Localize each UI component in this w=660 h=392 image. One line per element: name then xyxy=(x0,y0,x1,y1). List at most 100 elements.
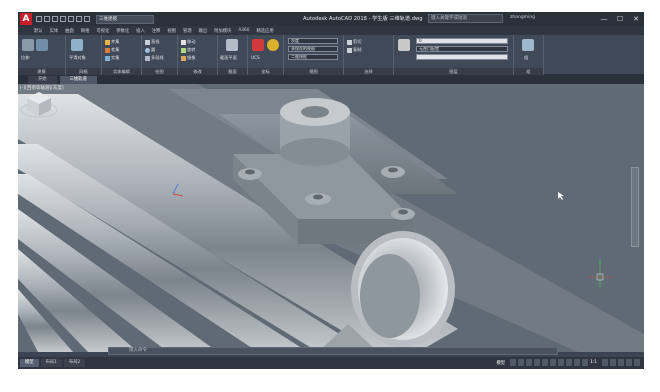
ucs-icon[interactable] xyxy=(252,39,264,51)
group-icon[interactable] xyxy=(522,39,534,51)
panel-title: 截面 xyxy=(218,68,247,75)
panel-modify: 移动 旋转 镜像 修改 xyxy=(178,35,218,75)
tool-rotate[interactable]: 旋转 xyxy=(181,47,195,53)
drawing-viewport[interactable]: [-][西南等轴测][灰度] xyxy=(18,84,644,352)
layout-tab-model[interactable]: 模型 xyxy=(20,359,39,367)
workspace-dropdown[interactable]: 三维建模 xyxy=(96,14,154,24)
osnap-toggle-icon[interactable] xyxy=(542,359,549,366)
layout-tab-2[interactable]: 布局2 xyxy=(63,359,86,367)
model-space-toggle[interactable]: 模型 xyxy=(496,360,505,366)
tab-visualize[interactable]: 可视化 xyxy=(96,28,109,34)
minimize-button[interactable]: — xyxy=(596,12,612,26)
layer-state-field[interactable] xyxy=(416,54,508,60)
smooth-object-icon[interactable] xyxy=(71,39,83,51)
maximize-button[interactable]: ☐ xyxy=(612,12,628,26)
tab-annotate[interactable]: 注释 xyxy=(152,28,161,34)
tool-group[interactable]: 组 xyxy=(524,55,528,61)
extrude-icon[interactable] xyxy=(36,39,48,51)
tool-polyline[interactable]: 多段线 xyxy=(145,55,164,61)
user-account[interactable]: zhangming xyxy=(510,15,535,20)
tab-default[interactable]: 默认 xyxy=(34,28,43,34)
tool-subtract[interactable]: 差集 xyxy=(105,47,119,53)
grid-toggle-icon[interactable] xyxy=(510,359,517,366)
save-icon[interactable] xyxy=(52,16,58,22)
panel-solid-edit: 并集 差集 交集 实体编辑 xyxy=(102,35,142,75)
search-input[interactable]: 键入关键字或短语 xyxy=(428,14,503,23)
line-icon xyxy=(145,39,150,45)
tool-move[interactable]: 移动 xyxy=(181,39,195,45)
box-icon[interactable] xyxy=(22,39,34,51)
annotation-scale[interactable]: 1:1 xyxy=(590,360,597,365)
isolate-objects-icon[interactable] xyxy=(618,359,624,366)
tab-a360[interactable]: A360 xyxy=(238,28,249,33)
new-file-icon[interactable] xyxy=(36,16,42,22)
tab-surface[interactable]: 曲面 xyxy=(65,28,74,34)
open-file-icon[interactable] xyxy=(44,16,50,22)
layer-dropdown[interactable]: 0 xyxy=(416,38,508,44)
snap-toggle-icon[interactable] xyxy=(518,359,525,366)
layer-properties-icon[interactable] xyxy=(398,39,410,51)
panel-title: 建模 xyxy=(18,68,65,75)
tab-featured[interactable]: 精选应用 xyxy=(256,28,273,34)
title-bar: A 三维建模 Autodesk AutoCAD 2018 - 学生版 三维轨道.… xyxy=(18,12,644,26)
visual-style-dropdown[interactable]: 灰度 xyxy=(288,38,338,44)
command-line[interactable]: 键入命令 xyxy=(108,347,558,355)
polar-toggle-icon[interactable] xyxy=(534,359,541,366)
lineweight-toggle-icon[interactable] xyxy=(558,359,565,366)
tool-intersect[interactable]: 交集 xyxy=(105,55,119,61)
tool-mirror[interactable]: 镜像 xyxy=(181,55,195,61)
view-config-dropdown[interactable]: 无视口配置 xyxy=(416,46,508,52)
undo-icon[interactable] xyxy=(76,16,82,22)
otrack-toggle-icon[interactable] xyxy=(550,359,557,366)
hardware-accel-icon[interactable] xyxy=(610,359,616,366)
window-controls: — ☐ ✕ xyxy=(596,12,644,26)
close-button[interactable]: ✕ xyxy=(628,12,644,26)
tab-insert[interactable]: 插入 xyxy=(136,28,145,34)
clean-screen-icon[interactable] xyxy=(626,359,632,366)
panel-selection: 剪切 复制 选择 xyxy=(344,35,394,75)
tool-circle[interactable]: 圆 xyxy=(145,47,155,53)
tab-addins[interactable]: 附加模块 xyxy=(214,28,231,34)
tool-smooth[interactable]: 平滑对象 xyxy=(69,55,86,61)
tool-union[interactable]: 并集 xyxy=(105,39,119,45)
panel-draw: 直线 圆 多段线 绘图 xyxy=(142,35,178,75)
customization-menu-icon[interactable] xyxy=(634,359,640,366)
file-tab-start[interactable]: 开始 xyxy=(28,76,57,84)
tab-mesh[interactable]: 网格 xyxy=(81,28,90,34)
tool-cut[interactable]: 剪切 xyxy=(347,39,361,45)
selection-cycling-icon[interactable] xyxy=(574,359,581,366)
saved-view-dropdown[interactable]: 未保存的视图 xyxy=(288,46,338,52)
3d-osnap-icon[interactable] xyxy=(582,359,589,366)
viewcube-icon[interactable] xyxy=(18,84,60,124)
redo-icon[interactable] xyxy=(84,16,90,22)
section-plane-icon[interactable] xyxy=(226,39,238,51)
tab-manage[interactable]: 管理 xyxy=(183,28,192,34)
workspace-switch-icon[interactable] xyxy=(602,359,608,366)
command-input[interactable]: 键入命令 xyxy=(129,348,147,354)
tab-view[interactable]: 视图 xyxy=(167,28,176,34)
app-logo-icon[interactable]: A xyxy=(20,13,32,25)
tab-output[interactable]: 输出 xyxy=(199,28,208,34)
tool-extrude[interactable]: 拉伸 xyxy=(21,55,29,61)
tab-parametric[interactable]: 参数化 xyxy=(116,28,129,34)
copy-icon xyxy=(347,47,352,53)
layout-tab-1[interactable]: 布局1 xyxy=(40,359,62,367)
panel-title: 视图 xyxy=(284,68,343,75)
save-as-icon[interactable] xyxy=(60,16,66,22)
panel-title: 图层 xyxy=(394,68,513,75)
panel-title: 绘图 xyxy=(142,68,177,75)
navigation-bar[interactable] xyxy=(631,167,639,247)
plot-icon[interactable] xyxy=(68,16,74,22)
tab-solid[interactable]: 实体 xyxy=(50,28,59,34)
transparency-toggle-icon[interactable] xyxy=(566,359,573,366)
world-icon[interactable] xyxy=(267,39,279,51)
tool-section-plane[interactable]: 截面平面 xyxy=(220,55,237,61)
tool-copy[interactable]: 复制 xyxy=(347,47,361,53)
tool-line[interactable]: 直线 xyxy=(145,39,159,45)
tool-ucs[interactable]: UCS xyxy=(251,55,260,60)
ortho-toggle-icon[interactable] xyxy=(526,359,533,366)
union-icon xyxy=(105,39,110,45)
file-tab-active[interactable]: 三维轨道 xyxy=(59,76,97,84)
panel-title: 实体编辑 xyxy=(102,68,141,75)
viewport-config-dropdown[interactable]: 二维线框 xyxy=(288,54,338,60)
